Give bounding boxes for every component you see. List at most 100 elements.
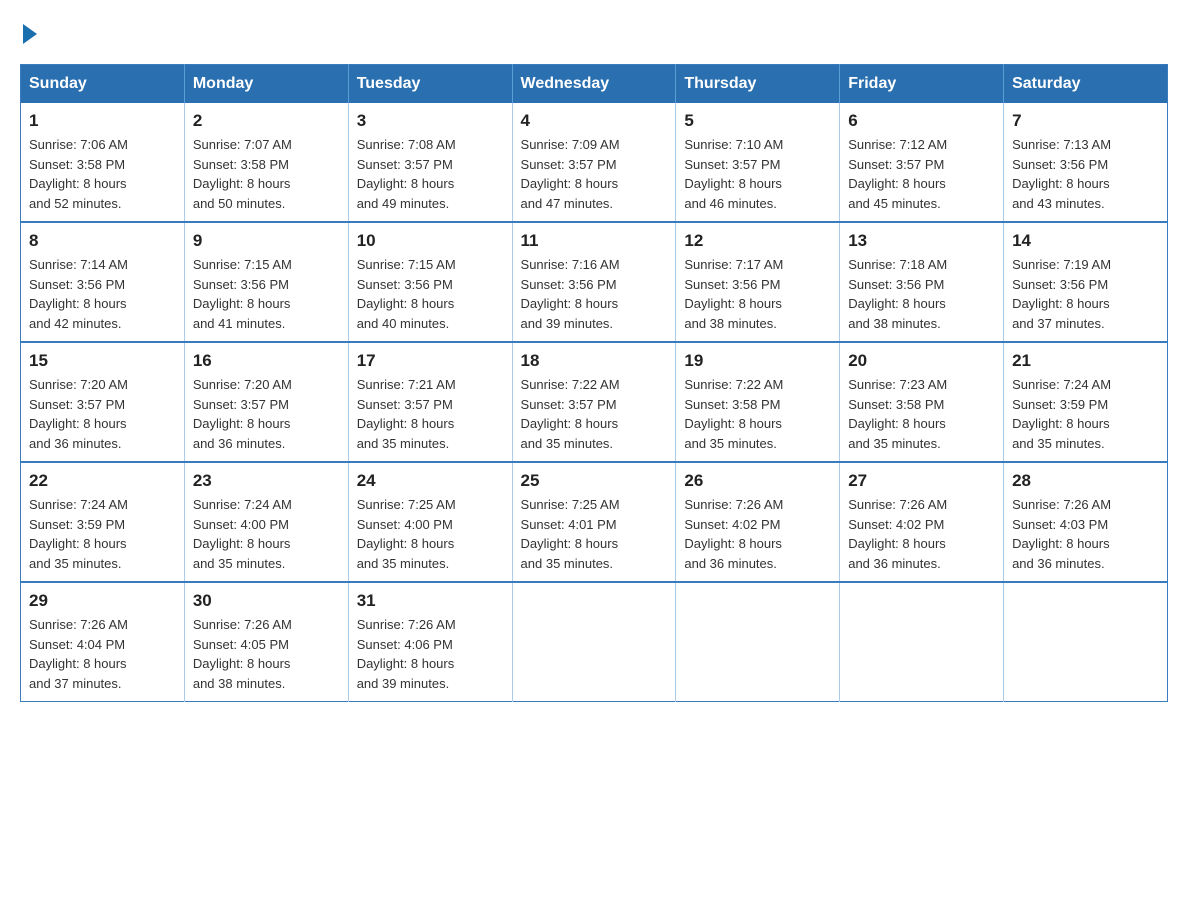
day-info: Sunrise: 7:15 AM Sunset: 3:56 PM Dayligh… [357, 255, 504, 333]
day-number: 31 [357, 591, 504, 611]
calendar-day-cell: 20 Sunrise: 7:23 AM Sunset: 3:58 PM Dayl… [840, 342, 1004, 462]
calendar-week-row: 8 Sunrise: 7:14 AM Sunset: 3:56 PM Dayli… [21, 222, 1168, 342]
day-number: 8 [29, 231, 176, 251]
day-of-week-header: Saturday [1004, 65, 1168, 104]
day-of-week-header: Wednesday [512, 65, 676, 104]
day-number: 18 [521, 351, 668, 371]
day-of-week-header: Thursday [676, 65, 840, 104]
calendar-day-cell: 6 Sunrise: 7:12 AM Sunset: 3:57 PM Dayli… [840, 103, 1004, 222]
day-info: Sunrise: 7:08 AM Sunset: 3:57 PM Dayligh… [357, 135, 504, 213]
day-number: 14 [1012, 231, 1159, 251]
day-number: 11 [521, 231, 668, 251]
day-number: 1 [29, 111, 176, 131]
calendar-week-row: 15 Sunrise: 7:20 AM Sunset: 3:57 PM Dayl… [21, 342, 1168, 462]
day-info: Sunrise: 7:10 AM Sunset: 3:57 PM Dayligh… [684, 135, 831, 213]
day-number: 12 [684, 231, 831, 251]
day-info: Sunrise: 7:25 AM Sunset: 4:01 PM Dayligh… [521, 495, 668, 573]
day-number: 24 [357, 471, 504, 491]
page-header [20, 20, 1168, 44]
calendar-day-cell: 28 Sunrise: 7:26 AM Sunset: 4:03 PM Dayl… [1004, 462, 1168, 582]
day-info: Sunrise: 7:24 AM Sunset: 3:59 PM Dayligh… [29, 495, 176, 573]
calendar-day-cell: 4 Sunrise: 7:09 AM Sunset: 3:57 PM Dayli… [512, 103, 676, 222]
day-number: 4 [521, 111, 668, 131]
day-info: Sunrise: 7:19 AM Sunset: 3:56 PM Dayligh… [1012, 255, 1159, 333]
calendar-day-cell [676, 582, 840, 702]
calendar-day-cell: 17 Sunrise: 7:21 AM Sunset: 3:57 PM Dayl… [348, 342, 512, 462]
day-number: 21 [1012, 351, 1159, 371]
day-info: Sunrise: 7:12 AM Sunset: 3:57 PM Dayligh… [848, 135, 995, 213]
calendar-day-cell: 24 Sunrise: 7:25 AM Sunset: 4:00 PM Dayl… [348, 462, 512, 582]
day-number: 13 [848, 231, 995, 251]
day-number: 20 [848, 351, 995, 371]
day-info: Sunrise: 7:22 AM Sunset: 3:58 PM Dayligh… [684, 375, 831, 453]
calendar-day-cell: 19 Sunrise: 7:22 AM Sunset: 3:58 PM Dayl… [676, 342, 840, 462]
day-info: Sunrise: 7:20 AM Sunset: 3:57 PM Dayligh… [29, 375, 176, 453]
day-number: 9 [193, 231, 340, 251]
day-number: 15 [29, 351, 176, 371]
calendar-day-cell: 25 Sunrise: 7:25 AM Sunset: 4:01 PM Dayl… [512, 462, 676, 582]
calendar-day-cell: 1 Sunrise: 7:06 AM Sunset: 3:58 PM Dayli… [21, 103, 185, 222]
calendar-week-row: 1 Sunrise: 7:06 AM Sunset: 3:58 PM Dayli… [21, 103, 1168, 222]
day-info: Sunrise: 7:18 AM Sunset: 3:56 PM Dayligh… [848, 255, 995, 333]
day-number: 23 [193, 471, 340, 491]
day-of-week-header: Tuesday [348, 65, 512, 104]
day-number: 17 [357, 351, 504, 371]
day-info: Sunrise: 7:17 AM Sunset: 3:56 PM Dayligh… [684, 255, 831, 333]
calendar-day-cell: 10 Sunrise: 7:15 AM Sunset: 3:56 PM Dayl… [348, 222, 512, 342]
day-number: 29 [29, 591, 176, 611]
calendar-day-cell: 30 Sunrise: 7:26 AM Sunset: 4:05 PM Dayl… [184, 582, 348, 702]
day-info: Sunrise: 7:09 AM Sunset: 3:57 PM Dayligh… [521, 135, 668, 213]
day-info: Sunrise: 7:20 AM Sunset: 3:57 PM Dayligh… [193, 375, 340, 453]
day-number: 25 [521, 471, 668, 491]
day-number: 7 [1012, 111, 1159, 131]
calendar-day-cell: 13 Sunrise: 7:18 AM Sunset: 3:56 PM Dayl… [840, 222, 1004, 342]
day-number: 27 [848, 471, 995, 491]
calendar-day-cell: 11 Sunrise: 7:16 AM Sunset: 3:56 PM Dayl… [512, 222, 676, 342]
day-info: Sunrise: 7:16 AM Sunset: 3:56 PM Dayligh… [521, 255, 668, 333]
day-number: 2 [193, 111, 340, 131]
calendar-day-cell: 21 Sunrise: 7:24 AM Sunset: 3:59 PM Dayl… [1004, 342, 1168, 462]
calendar-day-cell: 31 Sunrise: 7:26 AM Sunset: 4:06 PM Dayl… [348, 582, 512, 702]
day-info: Sunrise: 7:21 AM Sunset: 3:57 PM Dayligh… [357, 375, 504, 453]
calendar-day-cell [840, 582, 1004, 702]
calendar-week-row: 29 Sunrise: 7:26 AM Sunset: 4:04 PM Dayl… [21, 582, 1168, 702]
day-of-week-header: Monday [184, 65, 348, 104]
calendar-day-cell: 8 Sunrise: 7:14 AM Sunset: 3:56 PM Dayli… [21, 222, 185, 342]
day-info: Sunrise: 7:26 AM Sunset: 4:02 PM Dayligh… [848, 495, 995, 573]
calendar-day-cell: 27 Sunrise: 7:26 AM Sunset: 4:02 PM Dayl… [840, 462, 1004, 582]
day-info: Sunrise: 7:26 AM Sunset: 4:06 PM Dayligh… [357, 615, 504, 693]
day-info: Sunrise: 7:24 AM Sunset: 3:59 PM Dayligh… [1012, 375, 1159, 453]
calendar-day-cell: 3 Sunrise: 7:08 AM Sunset: 3:57 PM Dayli… [348, 103, 512, 222]
day-number: 28 [1012, 471, 1159, 491]
day-info: Sunrise: 7:24 AM Sunset: 4:00 PM Dayligh… [193, 495, 340, 573]
calendar-day-cell: 26 Sunrise: 7:26 AM Sunset: 4:02 PM Dayl… [676, 462, 840, 582]
day-info: Sunrise: 7:13 AM Sunset: 3:56 PM Dayligh… [1012, 135, 1159, 213]
calendar-table: SundayMondayTuesdayWednesdayThursdayFrid… [20, 64, 1168, 702]
day-number: 19 [684, 351, 831, 371]
logo [20, 20, 37, 44]
day-info: Sunrise: 7:26 AM Sunset: 4:05 PM Dayligh… [193, 615, 340, 693]
calendar-day-cell: 23 Sunrise: 7:24 AM Sunset: 4:00 PM Dayl… [184, 462, 348, 582]
day-info: Sunrise: 7:14 AM Sunset: 3:56 PM Dayligh… [29, 255, 176, 333]
day-info: Sunrise: 7:07 AM Sunset: 3:58 PM Dayligh… [193, 135, 340, 213]
day-number: 10 [357, 231, 504, 251]
day-info: Sunrise: 7:26 AM Sunset: 4:03 PM Dayligh… [1012, 495, 1159, 573]
day-info: Sunrise: 7:25 AM Sunset: 4:00 PM Dayligh… [357, 495, 504, 573]
day-info: Sunrise: 7:22 AM Sunset: 3:57 PM Dayligh… [521, 375, 668, 453]
calendar-day-cell: 15 Sunrise: 7:20 AM Sunset: 3:57 PM Dayl… [21, 342, 185, 462]
day-number: 5 [684, 111, 831, 131]
calendar-day-cell: 29 Sunrise: 7:26 AM Sunset: 4:04 PM Dayl… [21, 582, 185, 702]
day-info: Sunrise: 7:23 AM Sunset: 3:58 PM Dayligh… [848, 375, 995, 453]
day-number: 3 [357, 111, 504, 131]
day-info: Sunrise: 7:26 AM Sunset: 4:04 PM Dayligh… [29, 615, 176, 693]
calendar-day-cell: 16 Sunrise: 7:20 AM Sunset: 3:57 PM Dayl… [184, 342, 348, 462]
calendar-day-cell: 14 Sunrise: 7:19 AM Sunset: 3:56 PM Dayl… [1004, 222, 1168, 342]
day-of-week-header: Friday [840, 65, 1004, 104]
calendar-day-cell: 22 Sunrise: 7:24 AM Sunset: 3:59 PM Dayl… [21, 462, 185, 582]
day-number: 22 [29, 471, 176, 491]
logo-arrow-icon [23, 24, 37, 44]
calendar-day-cell [512, 582, 676, 702]
day-info: Sunrise: 7:06 AM Sunset: 3:58 PM Dayligh… [29, 135, 176, 213]
calendar-day-cell: 2 Sunrise: 7:07 AM Sunset: 3:58 PM Dayli… [184, 103, 348, 222]
calendar-week-row: 22 Sunrise: 7:24 AM Sunset: 3:59 PM Dayl… [21, 462, 1168, 582]
